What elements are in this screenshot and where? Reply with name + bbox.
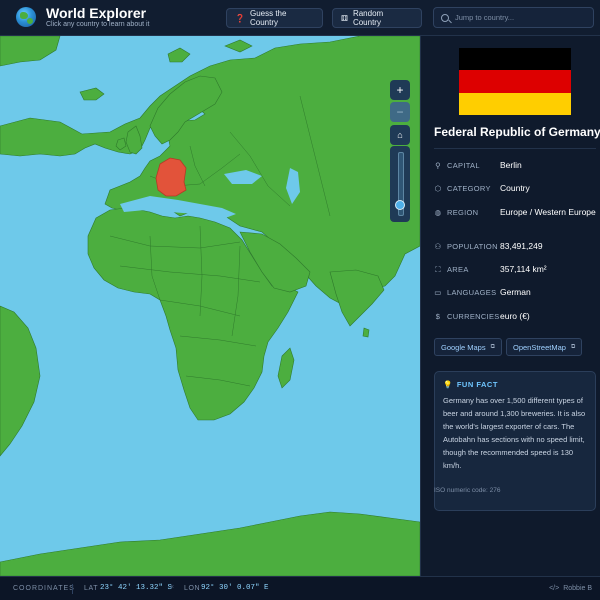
flag-stripe-3 <box>459 92 571 115</box>
land-greenland[interactable] <box>0 36 61 67</box>
field-label: POPULATION <box>447 242 498 251</box>
flag-stripe-2 <box>459 70 571 93</box>
home-button[interactable]: ⌂ <box>390 125 410 145</box>
flag-stripe-1 <box>459 48 571 71</box>
land-sri-lanka[interactable] <box>362 327 370 338</box>
field-label: REGION <box>447 208 479 217</box>
country-search[interactable] <box>433 7 594 28</box>
area-icon: ⛶ <box>435 265 441 274</box>
country-germany-selected[interactable] <box>155 157 187 197</box>
search-input[interactable] <box>455 13 585 22</box>
field-label: CURRENCIES <box>447 312 500 321</box>
dice-icon: ⚅ <box>341 13 348 23</box>
globe-icon: ◍ <box>434 208 442 217</box>
guess-country-button[interactable]: ❓ Guess the Country <box>226 8 323 28</box>
field-value: German <box>500 287 531 297</box>
field-region: ◍ REGION Europe / Western Europe <box>434 207 596 218</box>
app-header: World Explorer Click any country to lear… <box>0 0 600 36</box>
google-maps-link[interactable]: Google Maps ⧉ <box>434 338 502 356</box>
credit-name: Robbie B <box>563 585 592 592</box>
lon-value: 92° 30' 0.07" E <box>201 584 269 592</box>
fun-fact-text: Germany has over 1,500 different types o… <box>443 396 586 470</box>
tag-icon: ⬡ <box>434 184 442 193</box>
field-value: 357,114 km² <box>500 264 547 274</box>
map-canvas[interactable] <box>0 36 420 576</box>
credit[interactable]: </> Robbie B <box>549 585 592 592</box>
land-madagascar[interactable] <box>277 347 295 389</box>
search-icon <box>441 13 449 22</box>
zoom-slider-knob[interactable] <box>395 199 405 210</box>
app-subtitle: Click any country to learn about it <box>46 21 150 28</box>
land-antarctica[interactable] <box>0 511 420 576</box>
land-south-america[interactable] <box>0 305 41 457</box>
openstreetmap-label: OpenStreetMap <box>513 342 566 352</box>
code-icon: </> <box>549 585 560 592</box>
field-value: Country <box>500 183 530 193</box>
pin-icon: ⚲ <box>435 161 441 170</box>
guess-country-label: Guess the Country <box>249 9 287 27</box>
field-currencies: $ CURRENCIES euro (€) <box>434 311 596 322</box>
field-category: ⬡ CATEGORY Country <box>434 183 596 194</box>
globe-icon <box>16 7 36 27</box>
field-languages: ▭ LANGUAGES German <box>434 287 596 298</box>
zoom-out-button[interactable]: − <box>390 102 410 122</box>
iso-code: ISO numeric code: 276 <box>434 487 501 494</box>
field-label: LANGUAGES <box>447 288 497 297</box>
coordinates-label: COORDINATES <box>13 585 75 592</box>
people-icon: ⚇ <box>434 242 442 251</box>
dollar-icon: $ <box>435 312 441 321</box>
book-icon: ▭ <box>434 288 442 297</box>
external-link-icon: ⧉ <box>490 343 495 350</box>
country-name: Federal Republic of Germany <box>434 125 600 139</box>
external-link-icon: ⧉ <box>570 343 576 350</box>
lon-label: LON <box>184 585 201 592</box>
zoom-in-button[interactable]: + <box>390 80 410 100</box>
country-flag <box>459 48 571 115</box>
separator-dot: × <box>170 584 175 592</box>
random-country-label: Random Country <box>352 9 384 27</box>
fun-fact-heading: FUN FACT <box>456 380 498 389</box>
field-label: AREA <box>447 265 469 274</box>
lightbulb-icon: 💡 <box>443 380 453 389</box>
question-icon: ❓ <box>235 13 245 23</box>
google-maps-label: Google Maps <box>441 342 486 352</box>
random-country-button[interactable]: ⚅ Random Country <box>332 8 422 28</box>
country-info-panel: Federal Republic of Germany ⚲ CAPITAL Ber… <box>420 36 600 576</box>
field-value: Berlin <box>500 160 522 170</box>
field-value: euro (€) <box>500 311 530 321</box>
field-population: ⚇ POPULATION 83,491,249 <box>434 241 596 252</box>
separator <box>72 584 73 594</box>
world-map[interactable]: + − ⌂ <box>0 36 420 576</box>
openstreetmap-link[interactable]: OpenStreetMap ⧉ <box>506 338 583 356</box>
land-arctic-islands[interactable] <box>167 39 253 63</box>
field-label: CATEGORY <box>447 184 491 193</box>
field-area: ⛶ AREA 357,114 km² <box>434 264 596 275</box>
field-capital: ⚲ CAPITAL Berlin <box>434 160 596 171</box>
lat-label: LAT <box>84 585 99 592</box>
app-title: World Explorer <box>46 5 147 21</box>
divider <box>434 148 596 149</box>
lat-value: 23° 42' 13.32" S <box>100 584 173 592</box>
land-iceland[interactable] <box>79 87 105 101</box>
field-value: 83,491,249 <box>500 241 543 251</box>
home-icon: ⌂ <box>397 130 403 140</box>
field-value: Europe / Western Europe <box>500 207 596 217</box>
field-label: CAPITAL <box>447 161 480 170</box>
status-bar: COORDINATES LAT 23° 42' 13.32" S × LON 9… <box>0 576 600 600</box>
land-india[interactable] <box>329 269 385 327</box>
fun-fact-title: 💡 FUN FACT <box>443 380 498 389</box>
zoom-slider[interactable] <box>390 146 410 222</box>
